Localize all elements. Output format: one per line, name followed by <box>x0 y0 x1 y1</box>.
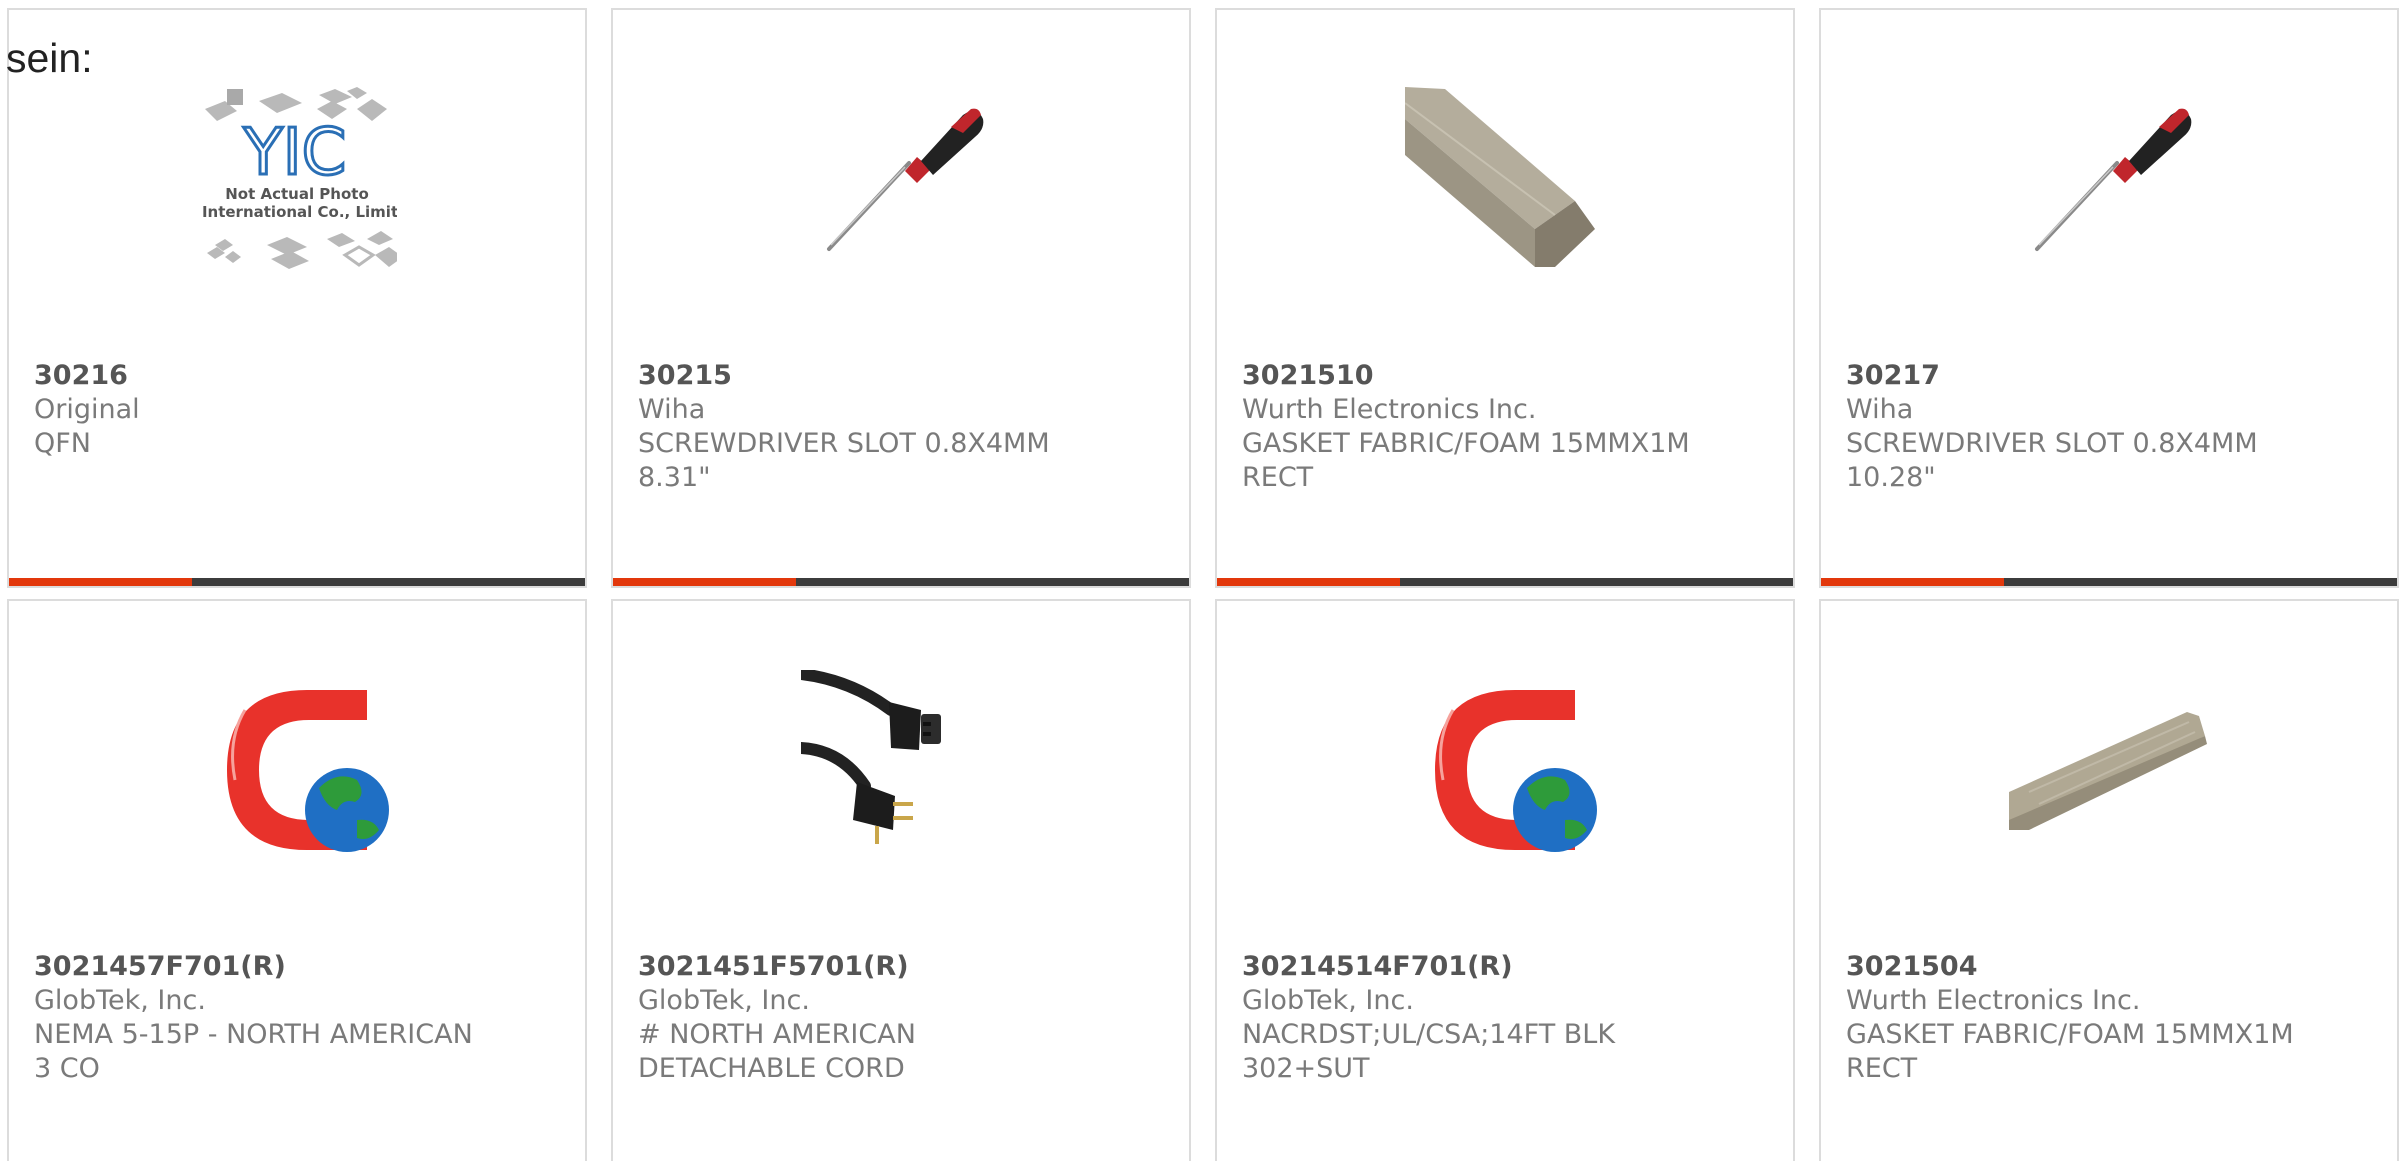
card-bottom-bar <box>613 578 1189 586</box>
part-number[interactable]: 3021457F701(R) <box>34 950 565 984</box>
brand: GlobTek, Inc. <box>34 985 206 1016</box>
description-line: 8.31" <box>638 462 711 493</box>
brand: Wurth Electronics Inc. <box>1242 394 1537 425</box>
product-card[interactable]: 30215 Wiha SCREWDRIVER SLOT 0.8X4MM 8.31… <box>611 8 1191 588</box>
screwdriver-icon[interactable] <box>2009 79 2209 279</box>
product-image[interactable]: YIC Not Actual Photo YIC International C… <box>197 79 397 279</box>
part-number[interactable]: 3021451F5701(R) <box>638 950 1169 984</box>
globtek-logo-icon[interactable] <box>1405 670 1605 870</box>
part-number[interactable]: 3021510 <box>1242 359 1773 393</box>
part-number[interactable]: 30216 <box>34 359 565 393</box>
description-line: GASKET FABRIC/FOAM 15MMX1M <box>1242 428 1690 459</box>
product-info: 30214514F701(R) GlobTek, Inc. NACRDST;UL… <box>1242 950 1773 1086</box>
card-accent <box>9 578 192 586</box>
product-card[interactable]: YIC Not Actual Photo YIC International C… <box>7 8 587 588</box>
product-card[interactable]: 3021510 Wurth Electronics Inc. GASKET FA… <box>1215 8 1795 588</box>
product-card[interactable]: 3021504 Wurth Electronics Inc. GASKET FA… <box>1819 599 2399 1161</box>
product-info: 3021451F5701(R) GlobTek, Inc. # NORTH AM… <box>638 950 1169 1086</box>
description-line: GASKET FABRIC/FOAM 15MMX1M <box>1846 1019 2294 1050</box>
product-info: 30215 Wiha SCREWDRIVER SLOT 0.8X4MM 8.31… <box>638 359 1169 495</box>
card-accent <box>613 578 796 586</box>
screwdriver-icon[interactable] <box>801 79 1001 279</box>
product-info: 30216 Original QFN <box>34 359 565 461</box>
product-info: 3021457F701(R) GlobTek, Inc. NEMA 5-15P … <box>34 950 565 1086</box>
part-number[interactable]: 30214514F701(R) <box>1242 950 1773 984</box>
card-accent <box>1821 578 2004 586</box>
product-info: 30217 Wiha SCREWDRIVER SLOT 0.8X4MM 10.2… <box>1846 359 2377 495</box>
svg-text:YIC International Co., Limited: YIC International Co., Limited. <box>197 203 397 221</box>
gasket-strip-icon[interactable] <box>2009 670 2209 870</box>
product-card[interactable]: 3021457F701(R) GlobTek, Inc. NEMA 5-15P … <box>7 599 587 1161</box>
brand: GlobTek, Inc. <box>638 985 810 1016</box>
power-cord-icon[interactable] <box>801 670 1001 870</box>
product-grid-page: sein: YIC Not Actual Photo International… <box>0 0 2400 1161</box>
svg-text:Not Actual Photo: Not Actual Photo <box>225 185 369 203</box>
yic-logo-icon: YIC <box>243 116 347 190</box>
brand: Original <box>34 394 140 425</box>
description-line: NACRDST;UL/CSA;14FT BLK <box>1242 1019 1616 1050</box>
description-line: 302+SUT <box>1242 1053 1370 1084</box>
globtek-logo-icon[interactable] <box>197 670 397 870</box>
part-number[interactable]: 30217 <box>1846 359 2377 393</box>
part-number[interactable]: 30215 <box>638 359 1169 393</box>
brand: Wiha <box>1846 394 1914 425</box>
description-line: # NORTH AMERICAN <box>638 1019 916 1050</box>
description-line: DETACHABLE CORD <box>638 1053 905 1084</box>
brand: Wiha <box>638 394 706 425</box>
description-line: 3 CO <box>34 1053 100 1084</box>
product-info: 3021504 Wurth Electronics Inc. GASKET FA… <box>1846 950 2377 1086</box>
brand: GlobTek, Inc. <box>1242 985 1414 1016</box>
card-bottom-bar <box>1821 578 2397 586</box>
description-line: RECT <box>1846 1053 1918 1084</box>
part-number[interactable]: 3021504 <box>1846 950 2377 984</box>
product-info: 3021510 Wurth Electronics Inc. GASKET FA… <box>1242 359 1773 495</box>
description-line: RECT <box>1242 462 1314 493</box>
description-line: NEMA 5-15P - NORTH AMERICAN <box>34 1019 473 1050</box>
card-accent <box>1217 578 1400 586</box>
page-label: sein: <box>6 35 93 81</box>
gasket-bar-icon[interactable] <box>1405 79 1605 279</box>
description-line: SCREWDRIVER SLOT 0.8X4MM <box>1846 428 2258 459</box>
description-line: SCREWDRIVER SLOT 0.8X4MM <box>638 428 1050 459</box>
card-bottom-bar <box>9 578 585 586</box>
product-card[interactable]: 30217 Wiha SCREWDRIVER SLOT 0.8X4MM 10.2… <box>1819 8 2399 588</box>
card-bottom-bar <box>1217 578 1793 586</box>
brand: Wurth Electronics Inc. <box>1846 985 2141 1016</box>
description-line: 10.28" <box>1846 462 1936 493</box>
product-card[interactable]: 3021451F5701(R) GlobTek, Inc. # NORTH AM… <box>611 599 1191 1161</box>
product-card[interactable]: 30214514F701(R) GlobTek, Inc. NACRDST;UL… <box>1215 599 1795 1161</box>
description-line: QFN <box>34 428 91 459</box>
